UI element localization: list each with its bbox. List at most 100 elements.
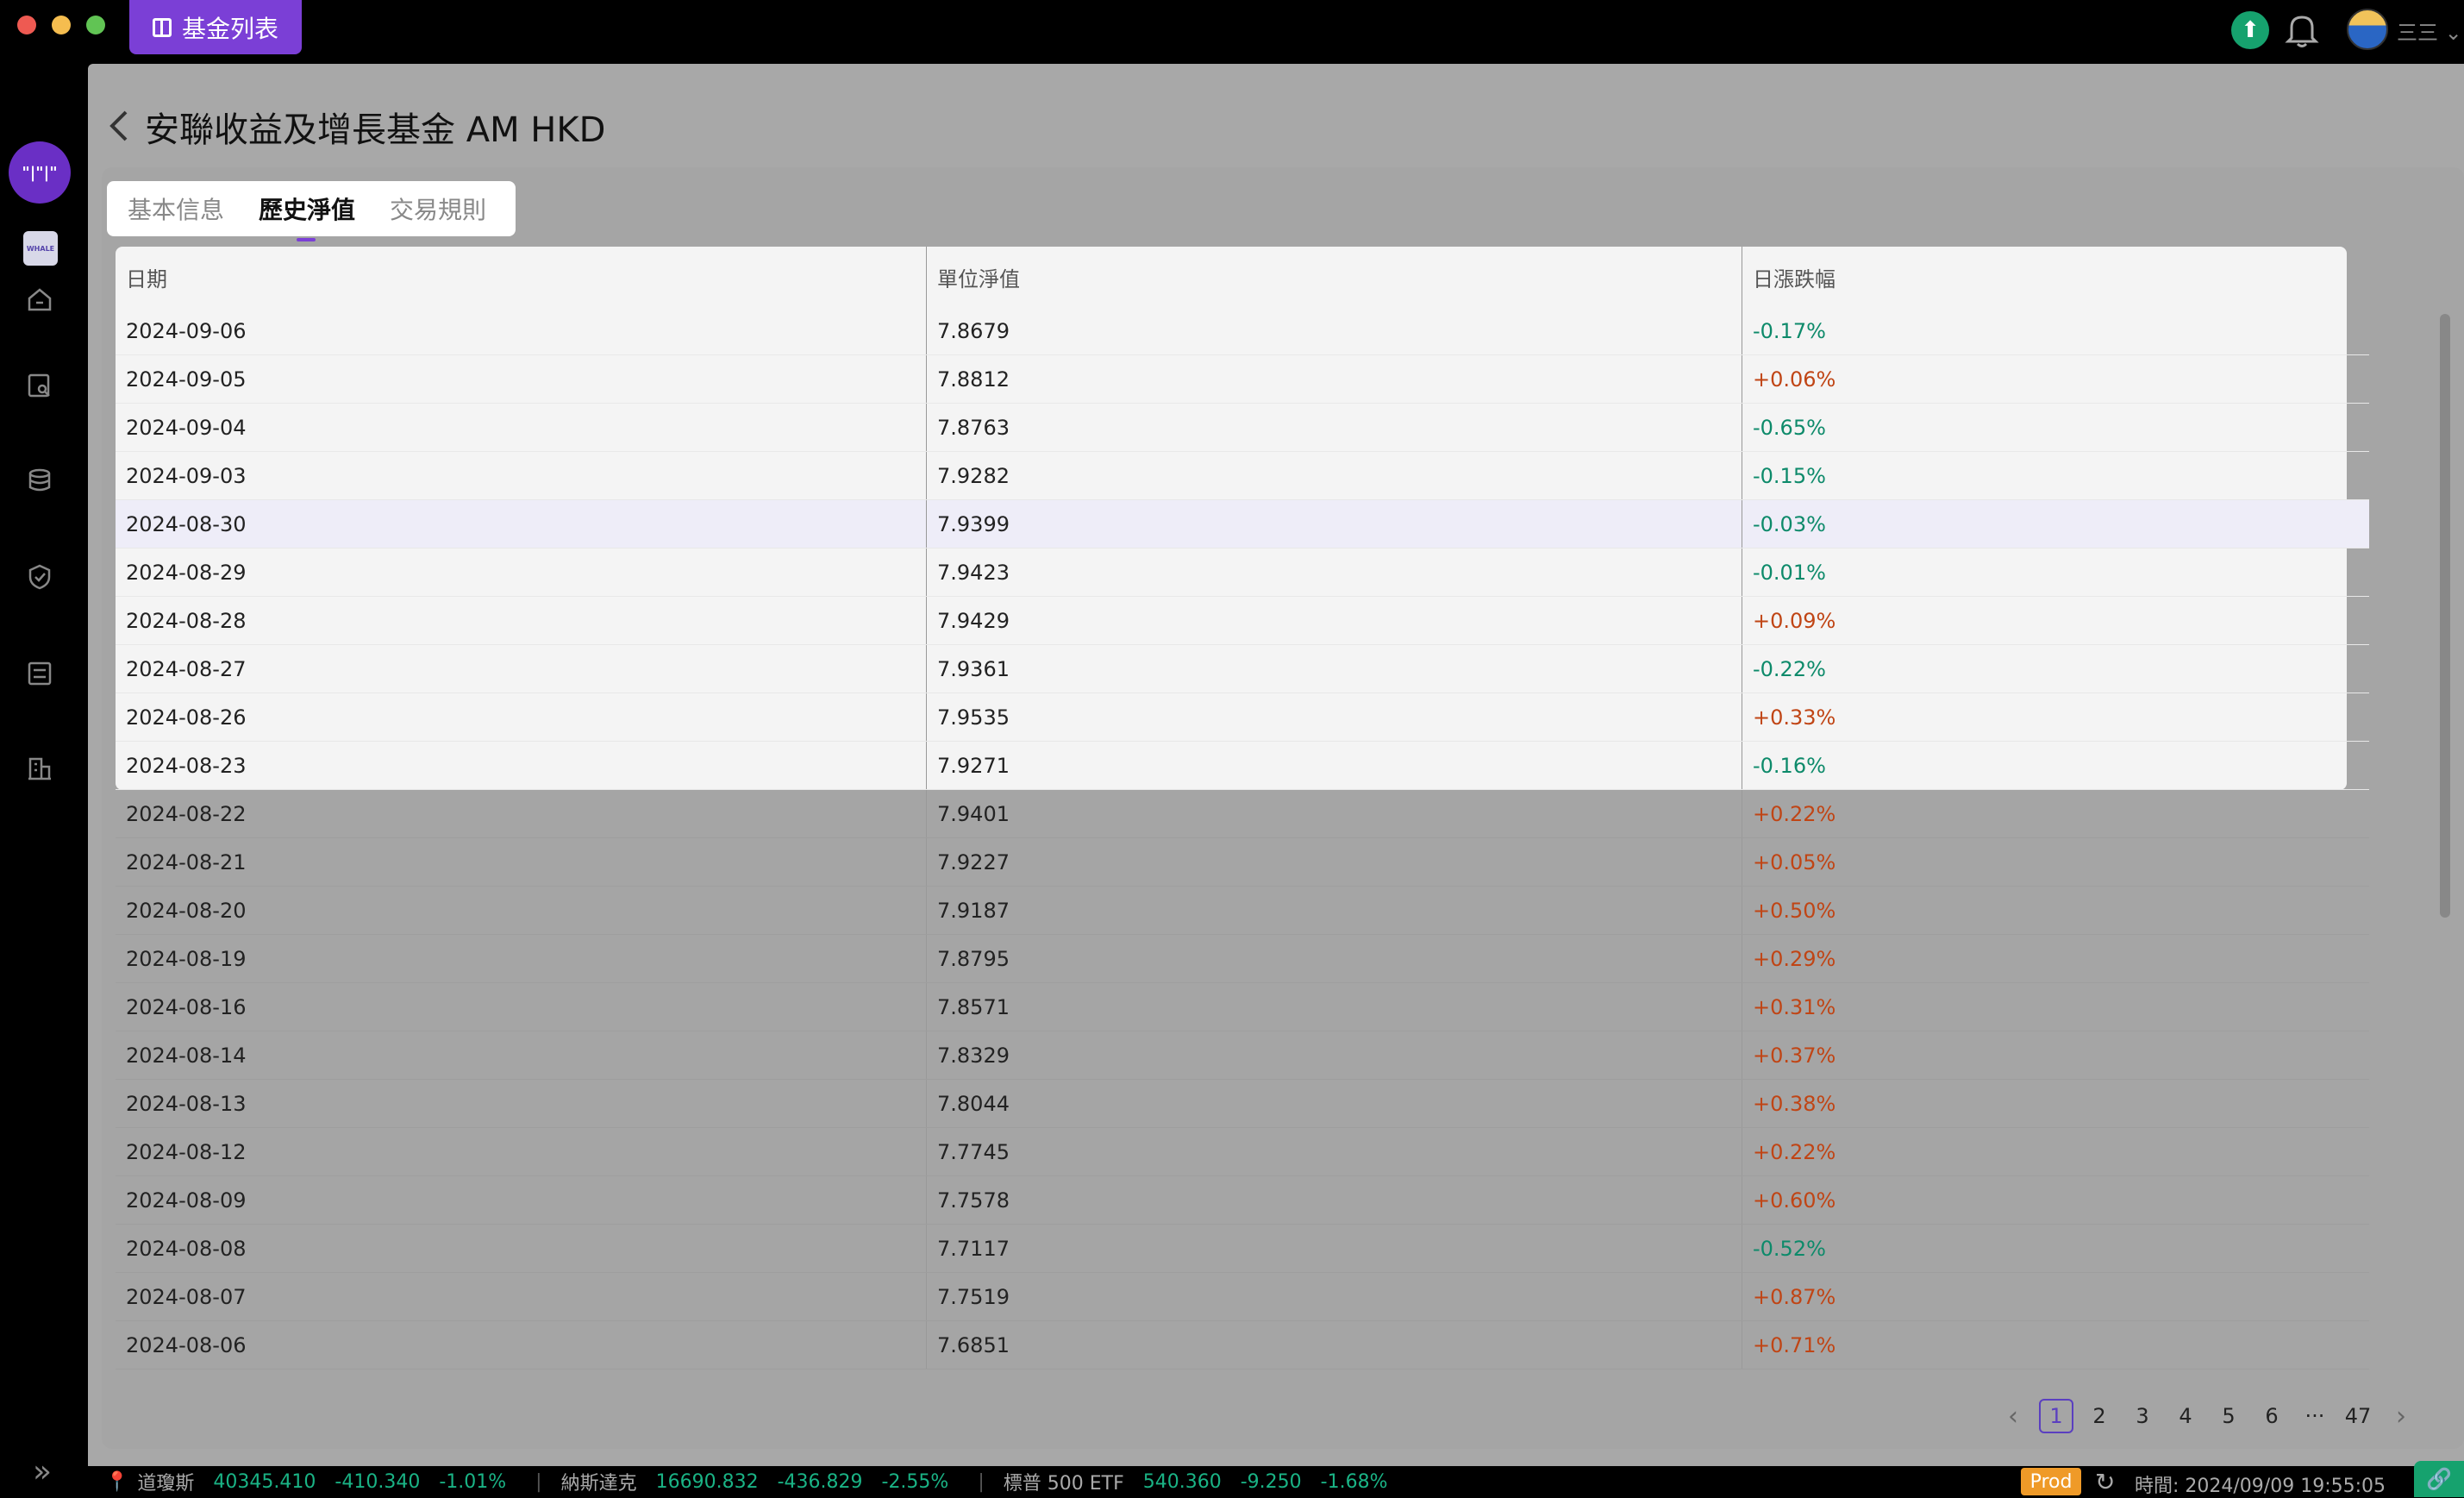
- table-row[interactable]: 2024-08-19 7.8795 +0.29%: [116, 935, 2369, 983]
- page-ellipsis[interactable]: ···: [2293, 1404, 2336, 1428]
- cell-date: 2024-09-03: [126, 463, 247, 488]
- link-icon[interactable]: 🔗: [2414, 1461, 2464, 1497]
- cell-change: -0.16%: [1742, 742, 2369, 789]
- table-row[interactable]: 2024-08-20 7.9187 +0.50%: [116, 887, 2369, 935]
- table-row[interactable]: 2024-08-16 7.8571 +0.31%: [116, 983, 2369, 1031]
- cell-change: +0.38%: [1742, 1080, 2369, 1127]
- cell-nav: 7.7117: [926, 1225, 1742, 1272]
- table-row[interactable]: 2024-08-06 7.6851 +0.71%: [116, 1321, 2369, 1370]
- table-row[interactable]: 2024-08-21 7.9227 +0.05%: [116, 838, 2369, 887]
- cell-nav: 7.9227: [926, 838, 1742, 886]
- table-row[interactable]: 2024-08-14 7.8329 +0.37%: [116, 1031, 2369, 1080]
- table-row[interactable]: 2024-08-28 7.9429 +0.09%: [116, 597, 2369, 645]
- building-icon[interactable]: [23, 752, 56, 785]
- avatar[interactable]: [2347, 9, 2388, 50]
- table-row[interactable]: 2024-09-03 7.9282 -0.15%: [116, 452, 2369, 500]
- ticker-value: 16690.832: [655, 1470, 759, 1493]
- home-icon[interactable]: [23, 283, 56, 316]
- bell-icon[interactable]: [2285, 12, 2319, 48]
- ticker-value: 40345.410: [213, 1470, 316, 1493]
- layout-icon: [152, 17, 172, 37]
- close-window-button[interactable]: [17, 16, 36, 34]
- cell-nav: 7.9423: [926, 548, 1742, 596]
- clock-text: 時間: 2024/09/09 19:55:05: [2135, 1476, 2386, 1497]
- refresh-icon[interactable]: ↻: [2095, 1468, 2115, 1496]
- table-row[interactable]: 2024-08-07 7.7519 +0.87%: [116, 1273, 2369, 1321]
- back-icon[interactable]: [105, 107, 131, 145]
- cell-date: 2024-08-13: [126, 1091, 247, 1116]
- ticker-divider: |: [535, 1470, 542, 1493]
- chevron-down-icon: ⌄: [2438, 21, 2462, 45]
- table-row[interactable]: 2024-09-04 7.8763 -0.65%: [116, 404, 2369, 452]
- app-logo[interactable]: "|"|": [9, 141, 71, 204]
- ticker-name: 標普 500 ETF: [1003, 1473, 1124, 1495]
- cell-change: +0.33%: [1742, 693, 2369, 741]
- page-5[interactable]: 5: [2207, 1404, 2250, 1428]
- shield-icon[interactable]: [23, 561, 56, 593]
- cell-change: -0.65%: [1742, 404, 2369, 451]
- cell-change: +0.60%: [1742, 1176, 2369, 1224]
- app-window: 基金列表 ⬆ 三三 ⌄ "|"|" WHALE » 安聯收益及增長基金 AM H…: [0, 0, 2464, 1497]
- cell-change: +0.05%: [1742, 838, 2369, 886]
- tab-nav-history[interactable]: 歷史淨值: [259, 191, 355, 241]
- zoom-window-button[interactable]: [86, 16, 105, 34]
- ticker-pct: -1.68%: [1320, 1470, 1388, 1493]
- minimize-window-button[interactable]: [52, 16, 71, 34]
- cell-date: 2024-08-23: [126, 753, 247, 778]
- page-6[interactable]: 6: [2250, 1404, 2293, 1428]
- database-icon[interactable]: [23, 464, 56, 497]
- cell-date: 2024-08-19: [126, 946, 247, 971]
- pin-icon: 📍: [105, 1470, 129, 1493]
- fund-list-tab[interactable]: 基金列表: [129, 0, 302, 54]
- table-row[interactable]: 2024-09-06 7.8679 -0.17%: [116, 307, 2369, 355]
- cell-change: -0.03%: [1742, 500, 2369, 548]
- nav-history-table: 日期 單位淨值 日漲跌幅 2024-09-06 7.8679 -0.17% 2024-…: [116, 247, 2369, 1370]
- table-row[interactable]: 2024-08-30 7.9399 -0.03%: [116, 500, 2369, 548]
- prev-page-icon[interactable]: ‹: [1992, 1401, 2035, 1432]
- table-row[interactable]: 2024-08-09 7.7578 +0.60%: [116, 1176, 2369, 1225]
- cell-change: -0.01%: [1742, 548, 2369, 596]
- env-badge: Prod: [2021, 1468, 2081, 1495]
- tab-basic-info[interactable]: 基本信息: [128, 191, 224, 226]
- table-row[interactable]: 2024-08-29 7.9423 -0.01%: [116, 548, 2369, 597]
- table-row[interactable]: 2024-08-27 7.9361 -0.22%: [116, 645, 2369, 693]
- vertical-scrollbar[interactable]: [2440, 314, 2450, 918]
- tab-trading-rules[interactable]: 交易規則: [390, 191, 486, 226]
- cell-nav: 7.9361: [926, 645, 1742, 693]
- cell-date: 2024-08-08: [126, 1236, 247, 1261]
- table-row[interactable]: 2024-08-22 7.9401 +0.22%: [116, 790, 2369, 838]
- header-change[interactable]: 日漲跌幅: [1742, 247, 2369, 307]
- cell-nav: 7.8571: [926, 983, 1742, 1031]
- table-row[interactable]: 2024-08-13 7.8044 +0.38%: [116, 1080, 2369, 1128]
- report-icon[interactable]: [23, 657, 56, 690]
- cell-date: 2024-08-28: [126, 608, 247, 633]
- header-date[interactable]: 日期: [116, 262, 926, 292]
- cell-nav: 7.9187: [926, 887, 1742, 934]
- page-4[interactable]: 4: [2164, 1404, 2207, 1428]
- header-nav[interactable]: 單位淨值: [926, 247, 1742, 307]
- title-bar: 基金列表 ⬆ 三三 ⌄: [0, 0, 2464, 64]
- username-menu[interactable]: 三三 ⌄: [2397, 16, 2462, 46]
- next-page-icon[interactable]: ›: [2380, 1401, 2423, 1432]
- cell-change: +0.22%: [1742, 790, 2369, 837]
- page-3[interactable]: 3: [2121, 1404, 2164, 1428]
- cell-change: -0.52%: [1742, 1225, 2369, 1272]
- ticker-pct: -1.01%: [439, 1470, 507, 1493]
- page-2[interactable]: 2: [2078, 1404, 2121, 1428]
- upload-icon[interactable]: ⬆: [2231, 11, 2269, 49]
- cell-change: +0.09%: [1742, 597, 2369, 644]
- table-row[interactable]: 2024-08-23 7.9271 -0.16%: [116, 742, 2369, 790]
- ticker-value: 540.360: [1142, 1470, 1222, 1493]
- whale-logo[interactable]: WHALE: [23, 231, 58, 266]
- expand-sidebar-icon[interactable]: »: [33, 1454, 52, 1489]
- table-row[interactable]: 2024-08-08 7.7117 -0.52%: [116, 1225, 2369, 1273]
- page-last[interactable]: 47: [2336, 1404, 2380, 1428]
- search-doc-icon[interactable]: [23, 369, 56, 402]
- table-row[interactable]: 2024-08-12 7.7745 +0.22%: [116, 1128, 2369, 1176]
- table-row[interactable]: 2024-08-26 7.9535 +0.33%: [116, 693, 2369, 742]
- ticker-divider: |: [978, 1470, 985, 1493]
- cell-nav: 7.7519: [926, 1273, 1742, 1320]
- table-row[interactable]: 2024-09-05 7.8812 +0.06%: [116, 355, 2369, 404]
- cell-nav: 7.9535: [926, 693, 1742, 741]
- page-1[interactable]: 1: [2039, 1399, 2073, 1433]
